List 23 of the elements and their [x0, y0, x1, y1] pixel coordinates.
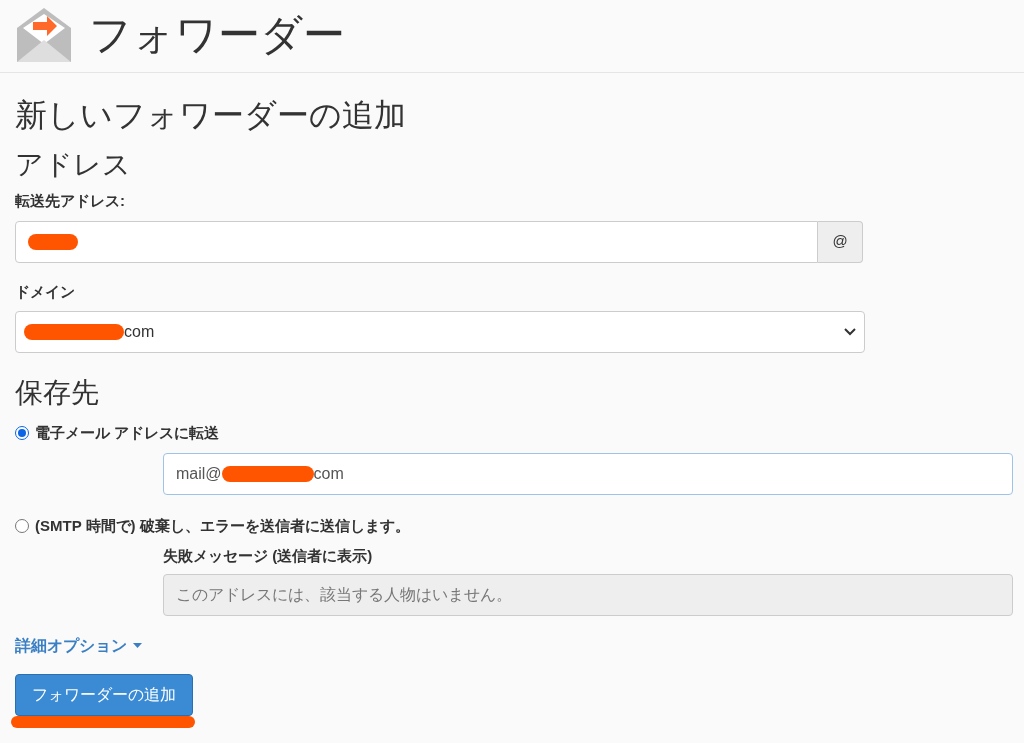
envelope-icon: [15, 6, 73, 64]
section-heading: 保存先: [15, 376, 100, 410]
radio-label: (SMTP 時間で) 破棄し、エラーを送信者に送信します。: [35, 515, 410, 536]
form-title: 新しいフォワーダーの追加: [15, 96, 407, 135]
field-label: 失敗メッセージ (送信者に表示): [163, 546, 374, 566]
at-addon: @: [818, 220, 863, 263]
page-title: フォワーダー: [89, 14, 345, 56]
address-field[interactable]: [15, 220, 818, 263]
advanced-options-link[interactable]: 詳細オプション: [15, 633, 142, 658]
chevron-down-icon: [844, 328, 856, 336]
field-label: ドメイン: [15, 281, 76, 302]
email-field[interactable]: mail@ com: [163, 452, 1013, 495]
field-value: com: [124, 322, 155, 342]
field-value: mail@: [176, 463, 222, 484]
field-value: com: [313, 463, 344, 484]
radio-button[interactable]: [15, 426, 29, 441]
section-heading: アドレス: [15, 148, 132, 182]
radio-button[interactable]: [15, 518, 29, 533]
radio-label: 電子メール アドレスに転送: [35, 423, 220, 443]
caret-icon: [133, 643, 142, 648]
add-forwarder-button[interactable]: フォワーダーの追加: [15, 673, 193, 716]
domain-select[interactable]: com: [15, 311, 865, 353]
field-label: 転送先アドレス:: [15, 191, 126, 211]
